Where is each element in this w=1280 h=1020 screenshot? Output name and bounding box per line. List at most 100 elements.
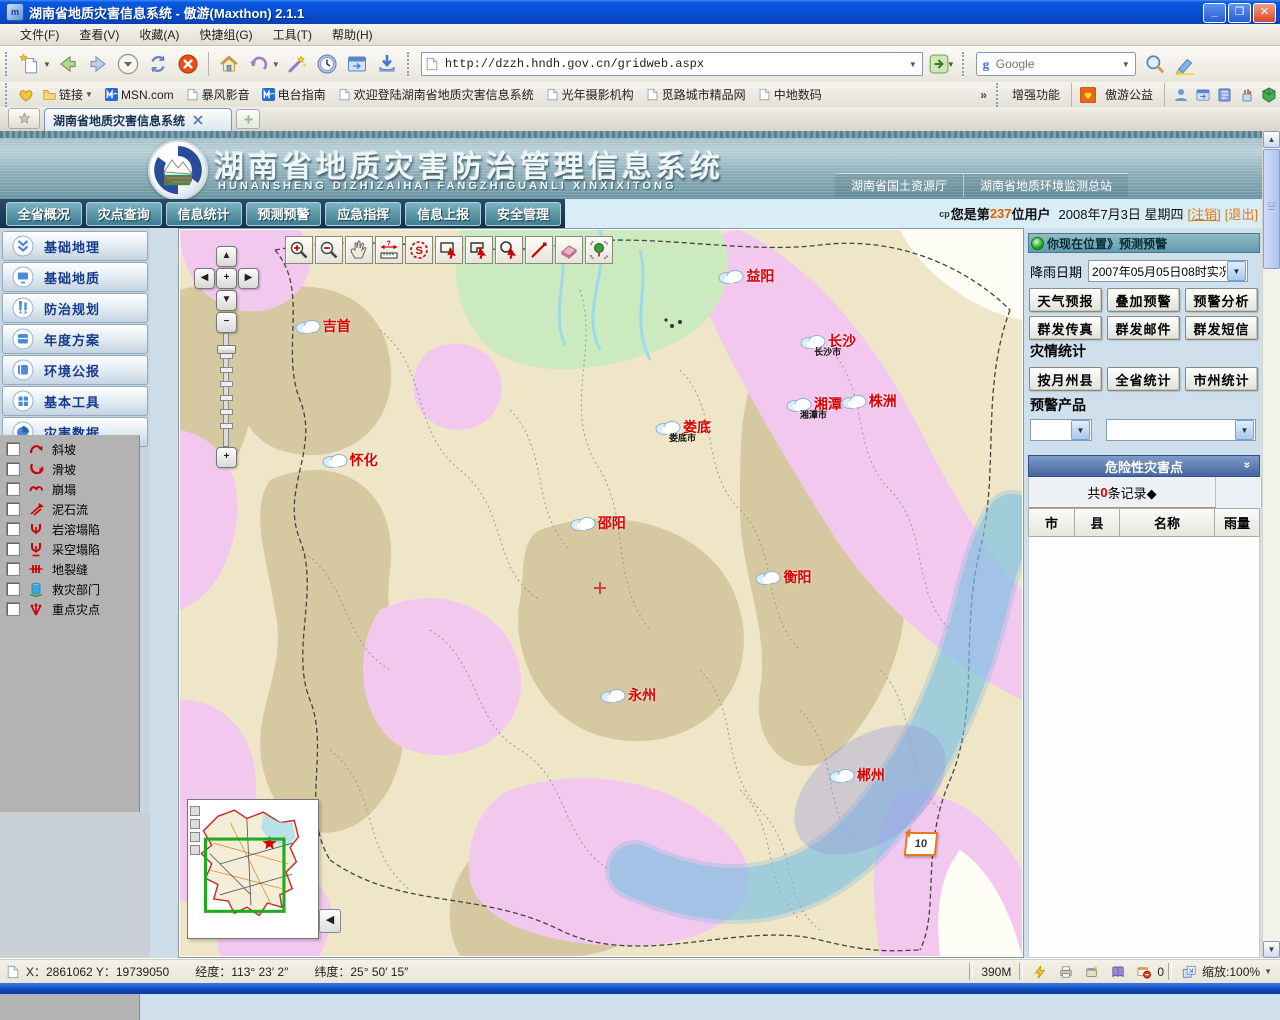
map-tool-measure[interactable]: ? (375, 236, 403, 264)
collapse-chevron-icon[interactable]: » (1241, 462, 1255, 469)
scroll-down-arrow[interactable]: ▼ (1263, 941, 1280, 958)
table-header-雨量[interactable]: 雨量 (1215, 508, 1260, 537)
contact-icon[interactable] (1173, 87, 1189, 103)
bookmark-item[interactable]: 欢迎登陆湖南省地质灾害信息系统 (338, 86, 534, 103)
map-city-株洲[interactable]: 株洲 (841, 391, 897, 411)
layer-checkbox[interactable] (6, 562, 20, 576)
menu-item[interactable]: 查看(V) (69, 24, 129, 45)
favorites-star-button[interactable] (8, 108, 40, 129)
history-clock-icon[interactable] (314, 51, 340, 77)
url-input[interactable] (443, 56, 911, 72)
undo-caret[interactable]: ▼ (272, 60, 280, 69)
map-tool-select-circle[interactable] (495, 236, 523, 264)
map-city-邵阳[interactable]: 邵阳 (570, 513, 626, 533)
nav-tab-安全管理[interactable]: 安全管理 (485, 202, 561, 226)
map-tool-select-rect[interactable] (435, 236, 463, 264)
logout-link[interactable]: [注销] (1188, 204, 1221, 223)
bookmark-item[interactable]: 暴风影音 (186, 86, 250, 103)
exit-link[interactable]: [退出] (1225, 204, 1258, 223)
layer-checkbox[interactable] (6, 582, 20, 596)
page-scrollbar[interactable]: ▲ ▼ (1262, 131, 1280, 958)
danger-points-header[interactable]: 危险性灾害点 » (1028, 455, 1260, 477)
refresh-icon[interactable] (145, 51, 171, 77)
nav-tab-应急指挥[interactable]: 应急指挥 (325, 202, 401, 226)
menu-item[interactable]: 工具(T) (263, 24, 322, 45)
highlighter-icon[interactable] (1172, 51, 1198, 77)
overview-minimap[interactable] (187, 799, 319, 939)
layer-checkbox[interactable] (6, 462, 20, 476)
search-engine-caret[interactable]: ▼ (1122, 60, 1130, 69)
header-link[interactable]: 湖南省地质环境监测总站 (963, 174, 1128, 197)
map-city-怀化[interactable]: 怀化 (322, 450, 378, 470)
bookmarks-overflow-chevron[interactable]: » (980, 88, 987, 102)
product-select-large[interactable]: ▼ (1106, 419, 1256, 441)
go-caret[interactable]: ▼ (947, 60, 955, 69)
layer-row-斜坡[interactable]: 斜坡 (0, 439, 139, 459)
header-link[interactable]: 湖南省国土资源厅 (835, 174, 963, 197)
sidebar-button-环境公报[interactable]: 环境公报 (2, 355, 148, 385)
map-tool-zoom-in[interactable] (285, 236, 313, 264)
undo-icon[interactable] (246, 51, 272, 77)
layer-checkbox[interactable] (6, 482, 20, 496)
sidebar-button-基础地质[interactable]: 基础地质 (2, 262, 148, 292)
go-icon[interactable] (929, 54, 949, 74)
map-city-永州[interactable]: 永州 (600, 685, 656, 705)
layer-checkbox[interactable] (6, 522, 20, 536)
layer-row-泥石流[interactable]: 泥石流 (0, 499, 139, 519)
table-header-名称[interactable]: 名称 (1120, 508, 1215, 537)
bookmark-item[interactable]: 中地数码 (758, 86, 822, 103)
map-tool-pan[interactable] (345, 236, 373, 264)
plugins-button[interactable]: 增强功能 (1012, 86, 1060, 103)
layer-row-救灾部门[interactable]: 救灾部门 (0, 579, 139, 599)
rain-date-select[interactable]: 2007年05月05日08时实况 ▼ (1088, 260, 1248, 282)
map-tool-eraser[interactable] (555, 236, 583, 264)
map-city-郴州[interactable]: 郴州 (829, 765, 885, 785)
pan-right-button[interactable]: ▶ (238, 268, 259, 289)
zoom-control[interactable]: 缩放:100% ▼ (1202, 963, 1274, 980)
panel-button-群发传真[interactable]: 群发传真 (1029, 316, 1102, 340)
search-box[interactable]: g ▼ (976, 52, 1136, 76)
url-dropdown-caret[interactable]: ▼ (909, 60, 917, 69)
pan-up-button[interactable]: ▲ (216, 246, 237, 267)
pan-down-button[interactable]: ▼ (216, 290, 237, 311)
map-city-长沙[interactable]: 长沙长沙市 (800, 331, 856, 351)
layer-checkbox[interactable] (6, 602, 20, 616)
layer-checkbox[interactable] (6, 542, 20, 556)
layer-checkbox[interactable] (6, 442, 20, 456)
map-city-湘潭[interactable]: 湘潭湘潭市 (786, 394, 842, 414)
select-caret-icon[interactable]: ▼ (1227, 261, 1246, 281)
map-tool-select-polygon[interactable] (465, 236, 493, 264)
pan-center-button[interactable]: + (216, 268, 237, 289)
layer-row-地裂缝[interactable]: 地裂缝 (0, 559, 139, 579)
window-icon[interactable] (1195, 87, 1211, 103)
bookmark-item[interactable]: 电台指南 (262, 86, 326, 103)
tab-active[interactable]: 湖南省地质灾害信息系统 (44, 108, 232, 131)
panel-button-全省统计[interactable]: 全省统计 (1107, 367, 1180, 391)
layer-row-滑坡[interactable]: 滑坡 (0, 459, 139, 479)
map-tool-draw-line[interactable] (525, 236, 553, 264)
popup-window-icon[interactable] (1085, 965, 1099, 979)
nav-tab-信息上报[interactable]: 信息上报 (405, 202, 481, 226)
map-tool-select-s[interactable]: S (405, 236, 433, 264)
new-tab-button[interactable] (236, 109, 260, 129)
layer-checkbox[interactable] (6, 502, 20, 516)
nav-tab-全省概况[interactable]: 全省概况 (6, 202, 82, 226)
menu-item[interactable]: 文件(F) (10, 24, 69, 45)
zoom-in-step-button[interactable]: + (216, 447, 237, 468)
skin-icon[interactable] (1261, 87, 1277, 103)
zoom-caret[interactable]: ▼ (1264, 967, 1272, 976)
stop-icon[interactable] (175, 51, 201, 77)
sidebar-button-防治规划[interactable]: 防治规划 (2, 293, 148, 323)
layer-row-重点灾点[interactable]: 重点灾点 (0, 599, 139, 619)
resize-icon[interactable] (1182, 965, 1196, 979)
scroll-up-arrow[interactable]: ▲ (1263, 131, 1280, 148)
printer-icon[interactable] (1059, 965, 1073, 979)
select-caret-icon[interactable]: ▼ (1235, 420, 1254, 440)
download-icon[interactable] (374, 51, 400, 77)
product-select-small[interactable]: ▼ (1030, 419, 1092, 441)
map-city-衡阳[interactable]: 衡阳 (755, 567, 811, 587)
menu-item[interactable]: 帮助(H) (322, 24, 383, 45)
sidebar-button-基本工具[interactable]: 基本工具 (2, 386, 148, 416)
zoom-out-step-button[interactable]: − (216, 312, 237, 333)
panel-button-市州统计[interactable]: 市州统计 (1185, 367, 1258, 391)
